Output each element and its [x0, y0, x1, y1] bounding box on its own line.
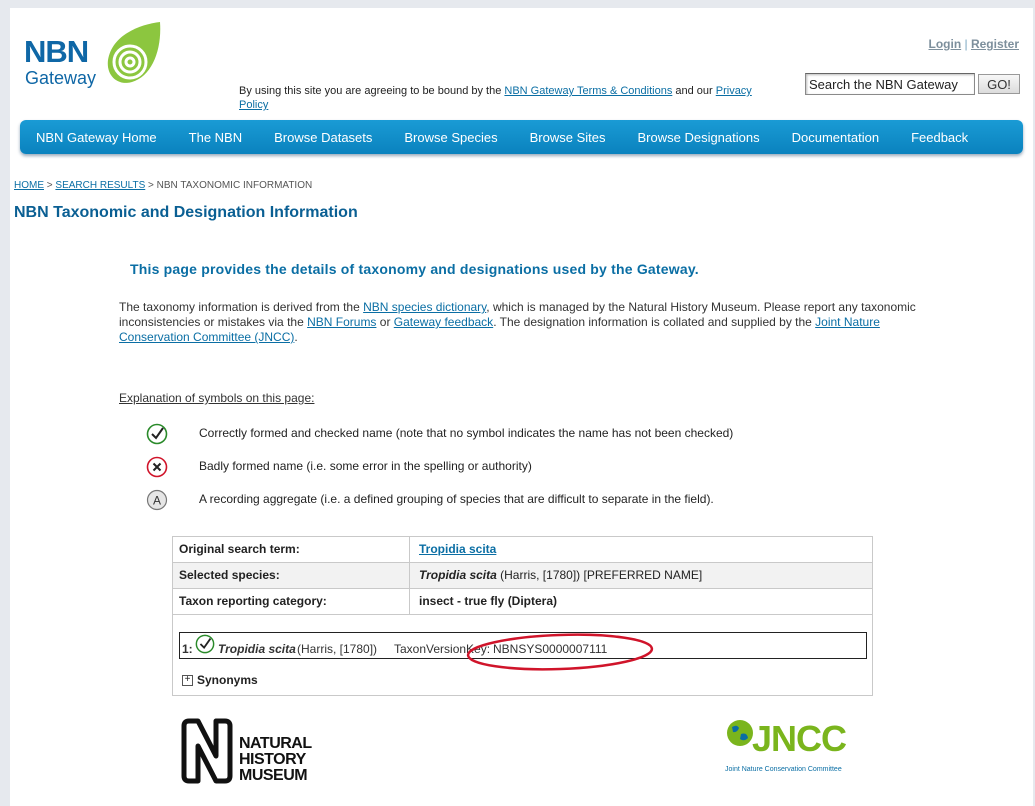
jncc-full-name: Joint Nature Conservation Committee: [725, 766, 842, 773]
nav-item-browse-species[interactable]: Browse Species: [404, 130, 497, 145]
nbn-forums-link[interactable]: NBN Forums: [307, 315, 376, 329]
breadcrumb: HOME > SEARCH RESULTS > NBN TAXONOMIC IN…: [14, 180, 312, 191]
annotation-ellipse: [466, 633, 654, 671]
globe-icon: [727, 720, 753, 746]
breadcrumb-search-results[interactable]: SEARCH RESULTS: [55, 180, 145, 191]
leaf-logo-icon: [107, 22, 161, 83]
selected-species-value: Tropidia scita (Harris, [1780]) [PREFERR…: [419, 563, 702, 588]
login-link[interactable]: Login: [929, 37, 962, 51]
terms-link[interactable]: NBN Gateway Terms & Conditions: [504, 85, 672, 97]
taxon-authority: (Harris, [1780]): [297, 642, 378, 656]
table-row: Selected species: Tropidia scita (Harris…: [173, 563, 872, 589]
nav-item-browse-sites[interactable]: Browse Sites: [530, 130, 606, 145]
species-name: Tropidia scita: [419, 568, 497, 582]
symbol-text: Badly formed name (i.e. some error in th…: [199, 459, 532, 473]
taxon-index: 1:: [182, 642, 193, 656]
symbols-heading: Explanation of symbols on this page:: [119, 391, 315, 405]
jncc-name: JNCC: [752, 718, 847, 759]
nhm-n-icon: [181, 718, 233, 784]
nav-item-browse-datasets[interactable]: Browse Datasets: [274, 130, 372, 145]
breadcrumb-home[interactable]: HOME: [14, 180, 44, 191]
cross-icon: [146, 456, 168, 478]
nhm-line-3: MUSEUM: [239, 767, 308, 784]
go-button[interactable]: GO!: [978, 74, 1020, 94]
checkmark-icon: [146, 423, 168, 445]
selected-species-label: Selected species:: [173, 563, 410, 588]
intro-text-5: .: [294, 330, 298, 344]
auth-separator: |: [964, 37, 968, 51]
expand-plus-icon[interactable]: +: [182, 675, 193, 687]
register-link[interactable]: Register: [971, 37, 1019, 51]
synonyms-label: Synonyms: [197, 673, 258, 687]
logo-sub-text: Gateway: [25, 68, 97, 88]
search-input[interactable]: [805, 73, 975, 95]
page: NBN Gateway Login | Register By using th…: [10, 8, 1033, 806]
aggregate-icon: A: [146, 489, 168, 511]
species-authority: (Harris, [1780]) [PREFERRED NAME]: [496, 568, 703, 582]
intro-text-3: or: [376, 315, 394, 329]
symbol-text: A recording aggregate (i.e. a defined gr…: [199, 492, 714, 506]
reporting-category-value: insect - true fly (Diptera): [419, 594, 558, 608]
reporting-category-label: Taxon reporting category:: [173, 589, 410, 614]
jncc-logo[interactable]: JNCC Joint Nature Conservation Committee: [722, 716, 862, 786]
nav-item-the-nbn[interactable]: The NBN: [189, 130, 242, 145]
terms-notice: By using this site you are agreeing to b…: [239, 84, 759, 112]
terms-middle: and our: [672, 85, 716, 97]
original-search-label: Original search term:: [173, 537, 410, 562]
intro-text-1: The taxonomy information is derived from…: [119, 300, 364, 314]
breadcrumb-separator: >: [145, 180, 157, 191]
species-dictionary-link[interactable]: NBN species dictionary: [363, 300, 486, 314]
symbol-text: Correctly formed and checked name (note …: [199, 426, 734, 440]
synonyms-toggle[interactable]: + Synonyms: [182, 673, 258, 687]
breadcrumb-current: NBN TAXONOMIC INFORMATION: [156, 180, 313, 191]
terms-prefix: By using this site you are agreeing to b…: [239, 85, 505, 97]
nav-item-browse-designations[interactable]: Browse Designations: [637, 130, 759, 145]
intro-heading: This page provides the details of taxono…: [130, 261, 699, 277]
table-row: Original search term: Tropidia scita: [173, 537, 872, 563]
nhm-line-2: HISTORY: [239, 751, 306, 768]
page-title: NBN Taxonomic and Designation Informatio…: [14, 204, 358, 221]
nav-item-documentation[interactable]: Documentation: [792, 130, 879, 145]
logo-main-text: NBN: [24, 34, 89, 69]
table-row: Taxon reporting category: insect - true …: [173, 589, 872, 615]
intro-paragraph: The taxonomy information is derived from…: [119, 300, 939, 345]
search-area: GO!: [805, 73, 1020, 95]
original-search-value: Tropidia scita: [419, 537, 496, 562]
main-nav: NBN Gateway Home The NBN Browse Datasets…: [20, 120, 1023, 154]
svg-text:A: A: [153, 494, 161, 508]
natural-history-museum-logo[interactable]: NATURAL HISTORY MUSEUM: [178, 716, 318, 796]
breadcrumb-separator: >: [44, 180, 56, 191]
nav-item-home[interactable]: NBN Gateway Home: [36, 130, 157, 145]
tropidia-scita-link[interactable]: Tropidia scita: [419, 542, 496, 556]
intro-text-4: . The designation information is collate…: [493, 315, 816, 329]
auth-links: Login | Register: [929, 37, 1020, 51]
nav-item-feedback[interactable]: Feedback: [911, 130, 968, 145]
taxon-name: Tropidia scita: [218, 642, 296, 656]
nhm-line-1: NATURAL: [239, 735, 312, 752]
gateway-feedback-link[interactable]: Gateway feedback: [394, 315, 493, 329]
checkmark-icon: [195, 634, 215, 654]
nbn-gateway-logo[interactable]: NBN Gateway: [22, 20, 161, 100]
